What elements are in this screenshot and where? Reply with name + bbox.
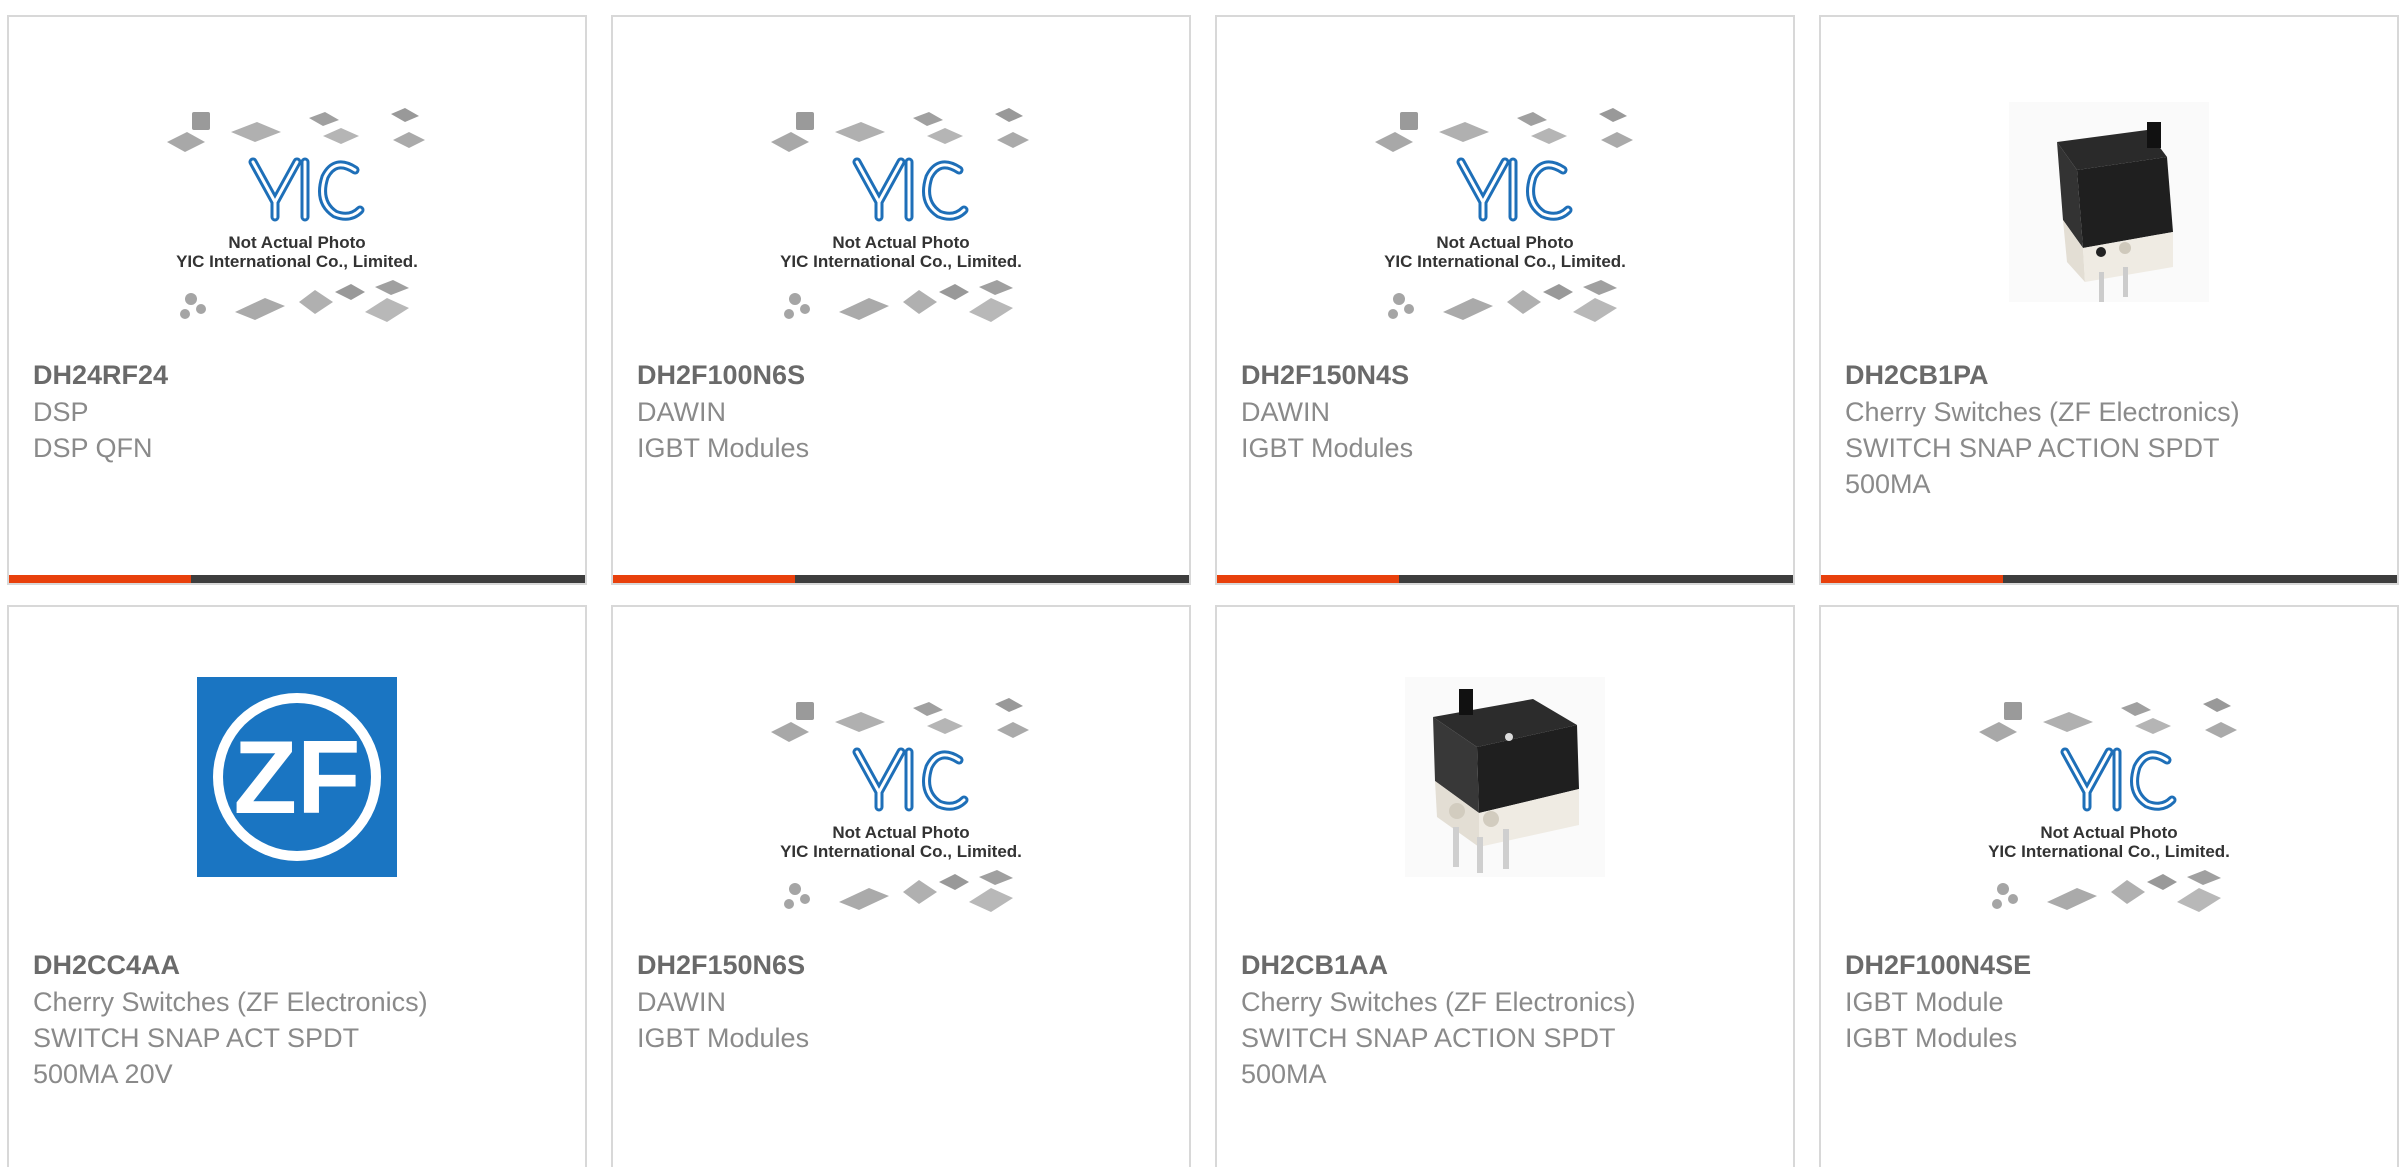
product-description: SWITCH SNAP ACTION SPDT <box>1241 1023 1616 1053</box>
product-image[interactable] <box>1977 102 2241 352</box>
part-number-link[interactable]: DH2F100N4SE <box>1845 947 2377 984</box>
product-manufacturer: DAWIN <box>637 987 726 1017</box>
product-description-cont: 500MA <box>1241 1059 1327 1089</box>
product-card[interactable]: Not Actual Photo YIC International Co., … <box>7 15 587 585</box>
yic-placeholder-image: Not Actual Photo YIC International Co., … <box>1979 698 2237 912</box>
product-info: DH2CB1AA Cherry Switches (ZF Electronics… <box>1241 947 1773 1092</box>
card-accent-bar <box>613 575 795 583</box>
product-card[interactable]: Not Actual Photo YIC International Co., … <box>611 15 1191 585</box>
product-description: IGBT Modules <box>1241 433 1414 463</box>
product-description: SWITCH SNAP ACT SPDT <box>33 1023 360 1053</box>
product-description: DSP QFN <box>33 433 153 463</box>
card-bottom-bar <box>613 575 1189 583</box>
product-info: DH2CC4AA Cherry Switches (ZF Electronics… <box>33 947 565 1092</box>
part-number-link[interactable]: DH2F150N6S <box>637 947 1169 984</box>
placeholder-caption-2: YIC International Co., Limited. <box>1384 252 1626 271</box>
product-manufacturer: IGBT Module <box>1845 987 2004 1017</box>
part-number-link[interactable]: DH24RF24 <box>33 357 565 394</box>
snap-switch-photo <box>1405 677 1605 877</box>
placeholder-caption-2: YIC International Co., Limited. <box>780 252 1022 271</box>
card-accent-bar <box>1821 575 2003 583</box>
yic-placeholder-image: Not Actual Photo YIC International Co., … <box>771 698 1029 912</box>
product-card[interactable]: DH2CB1AA Cherry Switches (ZF Electronics… <box>1215 605 1795 1167</box>
product-grid: Not Actual Photo YIC International Co., … <box>0 0 2400 1167</box>
product-info: DH2F150N6S DAWIN IGBT Modules <box>637 947 1169 1056</box>
product-description-cont: 500MA <box>1845 469 1931 499</box>
product-image[interactable]: Not Actual Photo YIC International Co., … <box>1977 692 2241 942</box>
product-image[interactable]: ZF <box>165 677 429 927</box>
product-info: DH24RF24 DSP DSP QFN <box>33 357 565 466</box>
product-card[interactable]: Not Actual Photo YIC International Co., … <box>611 605 1191 1167</box>
placeholder-caption-2: YIC International Co., Limited. <box>176 252 418 271</box>
yic-placeholder-image: Not Actual Photo YIC International Co., … <box>1375 108 1633 322</box>
product-image[interactable]: Not Actual Photo YIC International Co., … <box>769 692 1033 942</box>
snap-switch-photo <box>2009 102 2209 302</box>
product-card[interactable]: ZF DH2CC4AA Cherry Switches (ZF Electron… <box>7 605 587 1167</box>
product-manufacturer: Cherry Switches (ZF Electronics) <box>1845 397 2240 427</box>
product-manufacturer: DAWIN <box>1241 397 1330 427</box>
placeholder-caption-1: Not Actual Photo <box>228 233 365 252</box>
card-accent-bar <box>1217 575 1399 583</box>
product-description: IGBT Modules <box>637 433 810 463</box>
placeholder-caption-2: YIC International Co., Limited. <box>780 842 1022 861</box>
product-image[interactable] <box>1373 677 1637 927</box>
product-card[interactable]: DH2CB1PA Cherry Switches (ZF Electronics… <box>1819 15 2399 585</box>
part-number-link[interactable]: DH2F100N6S <box>637 357 1169 394</box>
yic-placeholder-image: Not Actual Photo YIC International Co., … <box>771 108 1029 322</box>
product-manufacturer: Cherry Switches (ZF Electronics) <box>1241 987 1636 1017</box>
yic-placeholder-image: Not Actual Photo YIC International Co., … <box>167 108 425 322</box>
part-number-link[interactable]: DH2CC4AA <box>33 947 565 984</box>
product-card[interactable]: Not Actual Photo YIC International Co., … <box>1819 605 2399 1167</box>
placeholder-caption-1: Not Actual Photo <box>832 233 969 252</box>
product-manufacturer: Cherry Switches (ZF Electronics) <box>33 987 428 1017</box>
product-manufacturer: DSP <box>33 397 89 427</box>
product-description: IGBT Modules <box>1845 1023 2018 1053</box>
card-bottom-bar <box>9 575 585 583</box>
product-card[interactable]: Not Actual Photo YIC International Co., … <box>1215 15 1795 585</box>
card-bottom-bar <box>1821 575 2397 583</box>
zf-logo-image: ZF <box>197 677 397 877</box>
product-description-cont: 500MA 20V <box>33 1059 173 1089</box>
card-accent-bar <box>9 575 191 583</box>
placeholder-caption-1: Not Actual Photo <box>2040 823 2177 842</box>
product-description: IGBT Modules <box>637 1023 810 1053</box>
zf-logo-text: ZF <box>233 720 360 836</box>
part-number-link[interactable]: DH2F150N4S <box>1241 357 1773 394</box>
product-info: DH2F150N4S DAWIN IGBT Modules <box>1241 357 1773 466</box>
placeholder-caption-2: YIC International Co., Limited. <box>1988 842 2230 861</box>
product-manufacturer: DAWIN <box>637 397 726 427</box>
product-image[interactable]: Not Actual Photo YIC International Co., … <box>165 102 429 352</box>
card-bottom-bar <box>1217 575 1793 583</box>
part-number-link[interactable]: DH2CB1PA <box>1845 357 2377 394</box>
part-number-link[interactable]: DH2CB1AA <box>1241 947 1773 984</box>
product-description: SWITCH SNAP ACTION SPDT <box>1845 433 2220 463</box>
product-image[interactable]: Not Actual Photo YIC International Co., … <box>1373 102 1637 352</box>
product-info: DH2CB1PA Cherry Switches (ZF Electronics… <box>1845 357 2377 502</box>
placeholder-caption-1: Not Actual Photo <box>1436 233 1573 252</box>
product-info: DH2F100N4SE IGBT Module IGBT Modules <box>1845 947 2377 1056</box>
placeholder-caption-1: Not Actual Photo <box>832 823 969 842</box>
product-info: DH2F100N6S DAWIN IGBT Modules <box>637 357 1169 466</box>
product-image[interactable]: Not Actual Photo YIC International Co., … <box>769 102 1033 352</box>
